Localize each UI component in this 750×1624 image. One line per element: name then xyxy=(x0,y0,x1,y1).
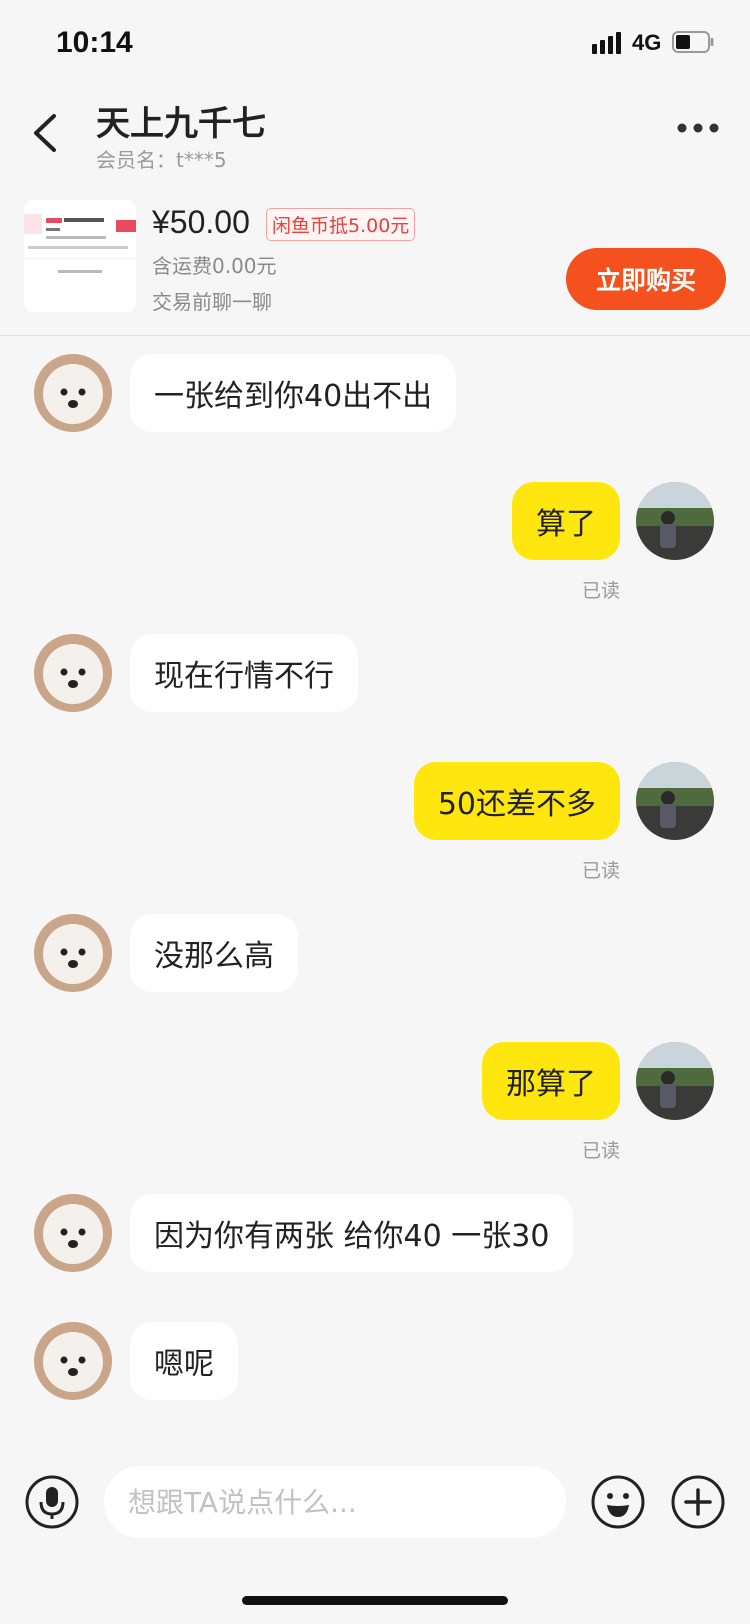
member-name: 会员名：t***5 xyxy=(96,148,227,172)
header-divider xyxy=(0,335,750,336)
message-bubble-sent: 那算了 xyxy=(482,1042,620,1120)
message-bubble-received: 嗯呢 xyxy=(130,1322,238,1400)
read-status: 已读 xyxy=(581,860,620,882)
message-bubble-sent: 50还差不多 xyxy=(413,762,620,840)
plus-icon[interactable] xyxy=(670,1474,726,1530)
status-time: 10:14 xyxy=(56,26,133,59)
avatar-self[interactable] xyxy=(636,482,714,560)
message-bubble-received: 因为你有两张 给你40 一张30 xyxy=(130,1194,574,1272)
avatar-self[interactable] xyxy=(636,1042,714,1120)
dog-avatar-image xyxy=(34,634,112,712)
home-indicator xyxy=(242,1596,508,1605)
pre-trade-note: 交易前聊一聊 xyxy=(152,290,272,314)
signal-icon xyxy=(592,32,621,54)
battery-icon xyxy=(672,31,714,53)
dog-avatar-image xyxy=(34,914,112,992)
avatar-other[interactable] xyxy=(34,914,112,992)
coin-discount-badge: 闲鱼币抵5.00元 xyxy=(266,208,416,241)
message-bubble-received: 一张给到你40出不出 xyxy=(130,354,457,432)
chevron-left-icon[interactable] xyxy=(28,110,68,156)
buy-now-button[interactable]: 立即购买 xyxy=(566,248,726,310)
user-photo-avatar-image xyxy=(636,762,714,840)
avatar-other[interactable] xyxy=(34,354,112,432)
emoji-icon[interactable] xyxy=(590,1474,646,1530)
user-photo-avatar-image xyxy=(636,482,714,560)
product-thumbnail-image xyxy=(24,200,136,312)
avatar-other[interactable] xyxy=(34,634,112,712)
read-status: 已读 xyxy=(581,580,620,602)
message-input[interactable] xyxy=(104,1466,566,1538)
dog-avatar-image xyxy=(34,354,112,432)
product-price: ¥50.00 xyxy=(152,204,250,240)
avatar-self[interactable] xyxy=(636,762,714,840)
dog-avatar-image xyxy=(34,1194,112,1272)
read-status: 已读 xyxy=(581,1140,620,1162)
avatar-other[interactable] xyxy=(34,1194,112,1272)
microphone-icon[interactable] xyxy=(24,1474,80,1530)
message-bubble-received: 没那么高 xyxy=(130,914,298,992)
shipping-fee: 含运费0.00元 xyxy=(152,254,277,278)
more-dots-icon[interactable] xyxy=(676,122,720,134)
product-thumbnail[interactable] xyxy=(24,200,136,312)
message-bubble-sent: 算了 xyxy=(512,482,620,560)
network-label: 4G xyxy=(632,30,662,55)
avatar-other[interactable] xyxy=(34,1322,112,1400)
chat-title: 天上九千七 xyxy=(96,104,266,144)
user-photo-avatar-image xyxy=(636,1042,714,1120)
dog-avatar-image xyxy=(34,1322,112,1400)
message-bubble-received: 现在行情不行 xyxy=(130,634,358,712)
